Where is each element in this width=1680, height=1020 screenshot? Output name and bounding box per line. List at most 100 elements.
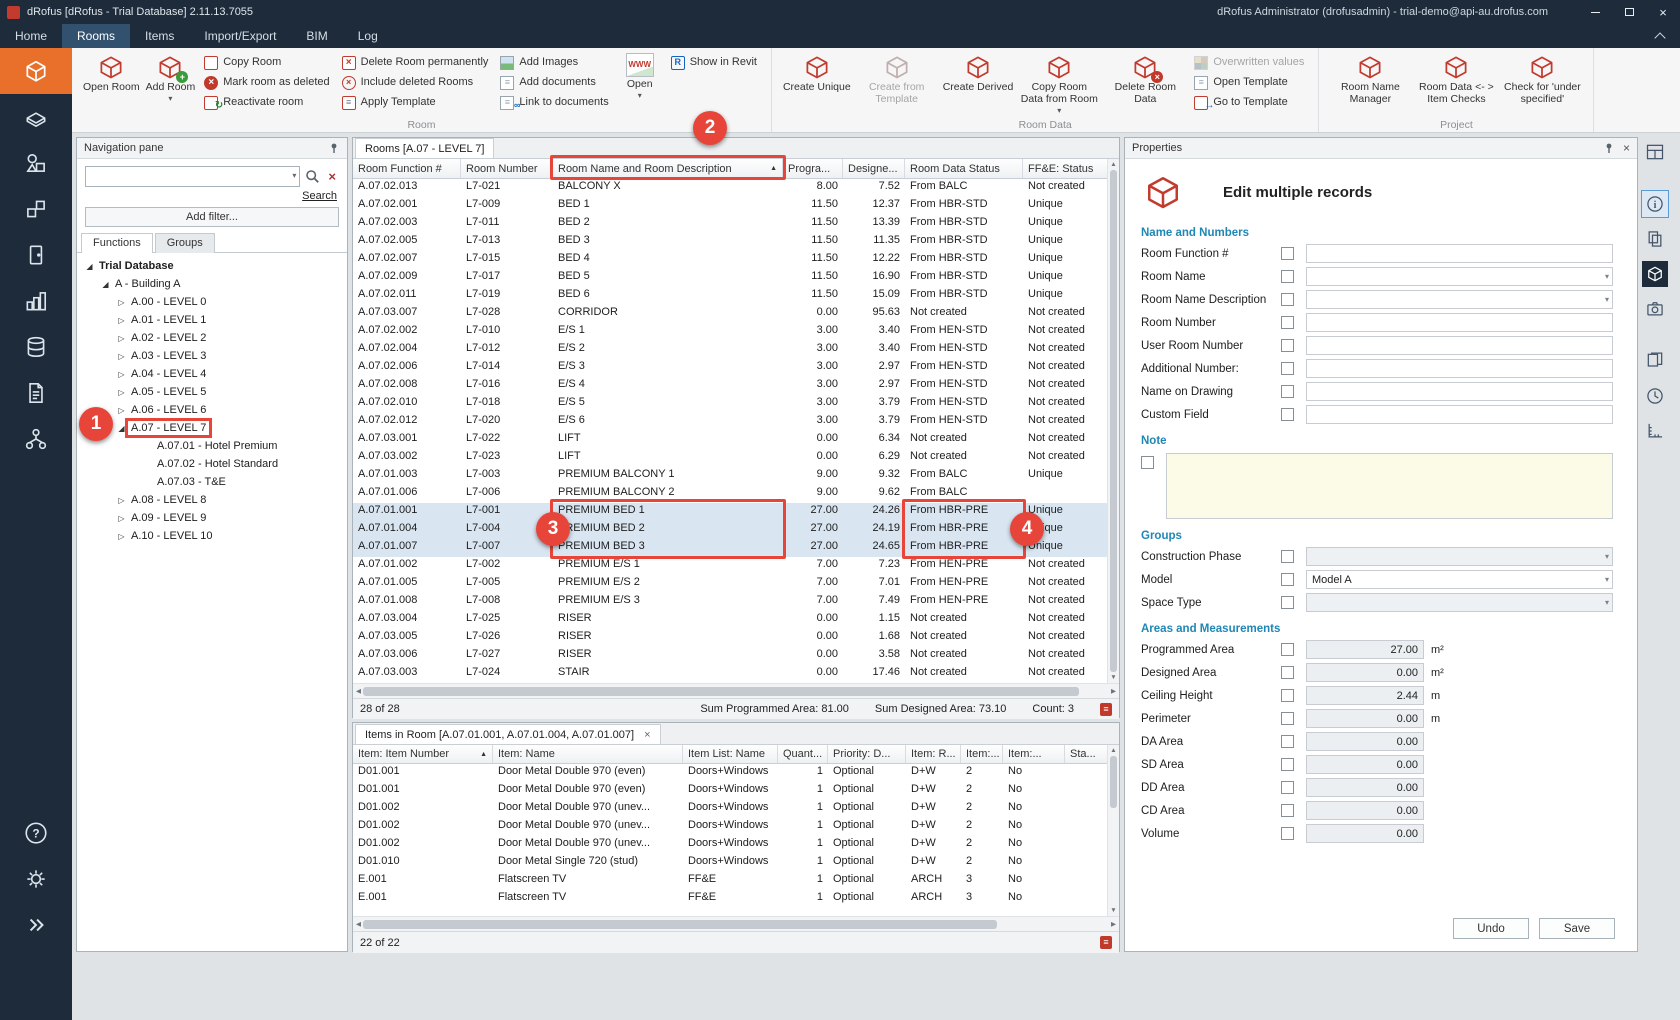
horizontal-scrollbar[interactable]: ◀ ▶ (353, 916, 1119, 931)
ribbon-button[interactable]: Check for 'under specified' ▾ (1499, 51, 1585, 108)
table-row[interactable]: D01.001 Door Metal Double 970 (even) Doo… (353, 764, 1107, 782)
sidebar-module-building[interactable] (0, 94, 72, 140)
table-layout-button[interactable] (1642, 139, 1668, 165)
ribbon-button[interactable]: + Add Room ▾ (143, 51, 199, 105)
table-row[interactable]: D01.002 Door Metal Double 970 (unev... D… (353, 836, 1107, 854)
ribbon-small-button[interactable]: Add Images (500, 54, 608, 71)
table-row[interactable]: D01.001 Door Metal Double 970 (even) Doo… (353, 782, 1107, 800)
pages-panel-button[interactable] (1642, 226, 1668, 252)
scroll-down-icon[interactable]: ▼ (1110, 673, 1116, 682)
table-row[interactable]: A.07.02.003 L7-011 BED 2 11.50 13.39 Fro… (353, 215, 1107, 233)
scroll-left-icon[interactable]: ◀ (356, 920, 361, 929)
table-row[interactable]: D01.002 Door Metal Double 970 (unev... D… (353, 800, 1107, 818)
chevron-down-icon[interactable]: ▾ (1605, 552, 1609, 561)
col-room-number[interactable]: Room Number (461, 159, 553, 178)
tree-expander-icon[interactable]: ◢ (99, 280, 112, 289)
chevron-down-icon[interactable]: ▾ (292, 171, 296, 180)
table-row[interactable]: A.07.03.003 L7-024 STAIR 0.00 17.46 Not … (353, 665, 1107, 683)
col-room-data-status[interactable]: Room Data Status (905, 159, 1023, 178)
pin-icon[interactable] (328, 142, 340, 154)
tree-item[interactable]: ▷ A.10 - LEVEL 10 (77, 527, 347, 545)
ribbon-small-button[interactable]: Apply Template (342, 94, 489, 111)
chevron-down-icon[interactable]: ▾ (1605, 272, 1609, 281)
menu-tab[interactable]: BIM (291, 24, 342, 48)
tree-expander-icon[interactable]: ▷ (115, 316, 128, 325)
sidebar-module-3d-shapes[interactable] (0, 140, 72, 186)
scroll-thumb[interactable] (363, 920, 997, 929)
tree-item[interactable]: ◢ A.07 - LEVEL 7 (77, 419, 347, 437)
col-quantity[interactable]: Quant... (778, 745, 828, 763)
table-row[interactable]: A.07.01.005 L7-005 PREMIUM E/S 2 7.00 7.… (353, 575, 1107, 593)
field-dropdown[interactable]: ▾ (1306, 547, 1613, 566)
table-row[interactable]: A.07.03.006 L7-027 RISER 0.00 3.58 Not c… (353, 647, 1107, 665)
table-row[interactable]: A.07.02.001 L7-009 BED 1 11.50 12.37 Fro… (353, 197, 1107, 215)
tree-expander-icon[interactable]: ▷ (115, 298, 128, 307)
table-row[interactable]: A.07.02.011 L7-019 BED 6 11.50 15.09 Fro… (353, 287, 1107, 305)
model-panel-button[interactable] (1642, 261, 1668, 287)
field-checkbox[interactable] (1281, 247, 1294, 260)
search-link[interactable]: Search (77, 187, 347, 202)
table-row[interactable]: A.07.02.006 L7-014 E/S 3 3.00 2.97 From … (353, 359, 1107, 377)
table-row[interactable]: E.001 Flatscreen TV FF&E 1 Optional ARCH… (353, 890, 1107, 908)
chevron-down-icon[interactable]: ▾ (1605, 598, 1609, 607)
ribbon-small-button[interactable]: Delete Room permanently (342, 54, 489, 71)
tree-expander-icon[interactable]: ▷ (115, 496, 128, 505)
table-row[interactable]: A.07.03.004 L7-025 RISER 0.00 1.15 Not c… (353, 611, 1107, 629)
col-item-list[interactable]: Item List: Name (683, 745, 778, 763)
table-row[interactable]: A.07.02.010 L7-018 E/S 5 3.00 3.79 From … (353, 395, 1107, 413)
scroll-right-icon[interactable]: ▶ (1111, 920, 1116, 929)
menu-tab[interactable]: Import/Export (189, 24, 291, 48)
field-checkbox[interactable] (1281, 316, 1294, 329)
note-textarea[interactable] (1166, 453, 1613, 519)
ribbon-small-button[interactable]: Link to documents (500, 94, 608, 111)
menu-tab[interactable]: Home (0, 24, 62, 48)
vertical-scrollbar[interactable]: ▲ ▼ (1107, 745, 1119, 916)
field-checkbox[interactable] (1281, 362, 1294, 375)
ribbon-button[interactable]: Open Room ▾ (80, 51, 143, 96)
table-row[interactable]: A.07.03.002 L7-023 LIFT 0.00 6.29 Not cr… (353, 449, 1107, 467)
ribbon-button[interactable]: Copy Room Data from Room ▾ (1016, 51, 1102, 117)
tree-expander-icon[interactable]: ▷ (115, 388, 128, 397)
col-programmed[interactable]: Progra... (783, 159, 843, 178)
save-button[interactable]: Save (1539, 918, 1615, 939)
ribbon-small-button[interactable]: Overwritten values (1194, 54, 1304, 71)
close-button[interactable]: × (1646, 0, 1680, 24)
field-checkbox[interactable] (1281, 408, 1294, 421)
field-checkbox[interactable] (1281, 270, 1294, 283)
field-input[interactable]: ▾ (1306, 359, 1613, 378)
ribbon-small-button[interactable]: Reactivate room (204, 94, 329, 111)
table-row[interactable]: A.07.01.008 L7-008 PREMIUM E/S 3 7.00 7.… (353, 593, 1107, 611)
sidebar-module-database[interactable] (0, 324, 72, 370)
field-checkbox[interactable] (1281, 643, 1294, 656)
field-checkbox[interactable] (1281, 804, 1294, 817)
field-input[interactable]: ▾ (1306, 244, 1613, 263)
field-checkbox[interactable] (1281, 712, 1294, 725)
tree-expander-icon[interactable]: ◢ (115, 424, 128, 433)
menu-tab[interactable]: Log (343, 24, 393, 48)
rooms-tab[interactable]: Rooms [A.07 - LEVEL 7] (355, 138, 494, 158)
field-checkbox[interactable] (1281, 293, 1294, 306)
sidebar-module-organization[interactable] (0, 416, 72, 462)
clear-search-icon[interactable]: × (325, 169, 339, 184)
col-item-7[interactable]: Item:... (1003, 745, 1065, 763)
field-input[interactable]: ▾ (1306, 313, 1613, 332)
field-checkbox[interactable] (1281, 666, 1294, 679)
menu-tab[interactable]: Rooms (62, 24, 130, 48)
tree-item[interactable]: ▷ A.00 - LEVEL 0 (77, 293, 347, 311)
table-row[interactable]: A.07.01.003 L7-003 PREMIUM BALCONY 1 9.0… (353, 467, 1107, 485)
field-checkbox[interactable] (1281, 758, 1294, 771)
ribbon-button[interactable]: Room Data <- > Item Checks ▾ (1413, 51, 1499, 108)
tree-item[interactable]: A.07.02 - Hotel Standard (77, 455, 347, 473)
col-status[interactable]: Sta... (1065, 745, 1107, 763)
tree-expander-icon[interactable]: ▷ (115, 370, 128, 379)
tree-item[interactable]: ▷ A.04 - LEVEL 4 (77, 365, 347, 383)
table-row[interactable]: A.07.01.002 L7-002 PREMIUM E/S 1 7.00 7.… (353, 557, 1107, 575)
report-icon[interactable] (1100, 936, 1112, 949)
navigation-tab[interactable]: Groups (155, 233, 215, 253)
field-input[interactable]: ▾ (1306, 290, 1613, 309)
images-panel-button[interactable] (1642, 296, 1668, 322)
vertical-scrollbar[interactable]: ▲ ▼ (1107, 159, 1119, 683)
table-row[interactable]: A.07.02.002 L7-010 E/S 1 3.00 3.40 From … (353, 323, 1107, 341)
ribbon-button[interactable]: × Delete Room Data ▾ (1102, 51, 1188, 108)
scroll-down-icon[interactable]: ▼ (1110, 906, 1116, 915)
